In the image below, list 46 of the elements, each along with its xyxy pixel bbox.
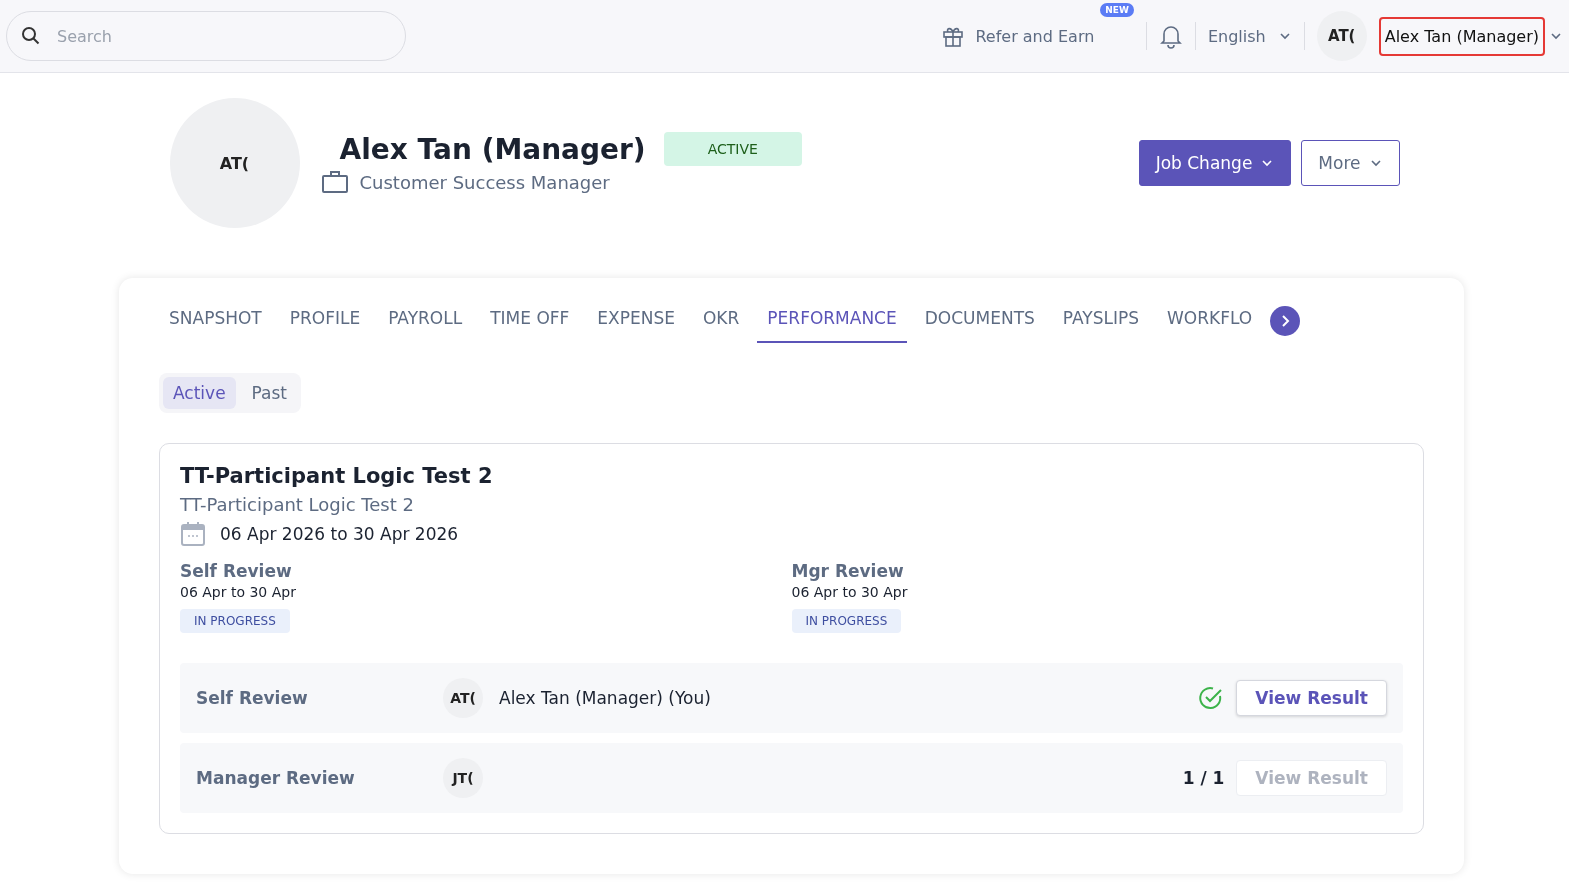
phase-dates: 06 Apr to 30 Apr — [180, 584, 296, 600]
bell-icon[interactable] — [1158, 23, 1183, 49]
briefcase-icon — [321, 170, 348, 194]
reviewer-avatar: JT( — [443, 758, 483, 798]
language-select[interactable]: English — [1207, 26, 1266, 46]
nav-tab[interactable]: PAYSLIPS — [1052, 298, 1149, 343]
status-badge: IN PROGRESS — [180, 609, 290, 633]
profile-avatar: AT( — [169, 98, 300, 228]
calendar-icon — [180, 521, 206, 547]
filter-tab[interactable]: Active — [163, 377, 236, 409]
status-badge: IN PROGRESS — [791, 609, 902, 633]
reviewer-avatar: AT( — [443, 678, 483, 718]
refer-link[interactable]: Refer and Earn — [975, 26, 1095, 46]
search-field[interactable]: Search — [6, 11, 406, 61]
nav-tab[interactable]: PAYROLL — [378, 298, 473, 343]
employee-name: Alex Tan (Manager) — [339, 132, 646, 166]
search-input[interactable]: Search — [55, 25, 391, 47]
review-subtitle: TT-Participant Logic Test 2 — [180, 494, 415, 515]
review-title: TT-Participant Logic Test 2 — [180, 464, 494, 488]
review-type: Self Review — [196, 688, 309, 708]
nav-tab[interactable]: PERFORMANCE — [757, 298, 907, 343]
nav-tab[interactable]: WORKFLO — [1157, 298, 1263, 343]
job-title: Customer Success Manager — [359, 171, 610, 193]
nav-tab[interactable]: DOCUMENTS — [914, 298, 1045, 343]
search-icon — [21, 26, 41, 46]
phase-name: Mgr Review — [791, 561, 904, 581]
user-menu[interactable]: Alex Tan (Manager) — [1378, 16, 1545, 56]
filter-tab[interactable]: Past — [241, 377, 298, 409]
nav-tab[interactable]: TIME OFF — [480, 298, 580, 343]
more-button[interactable]: More — [1301, 140, 1400, 186]
nav-tab[interactable]: SNAPSHOT — [159, 298, 272, 343]
phase-name: Self Review — [180, 561, 292, 581]
reviewer-name: Alex Tan (Manager) (You) — [499, 688, 711, 708]
review-dates: 06 Apr 2026 to 30 Apr 2026 — [220, 524, 459, 544]
phase-dates: 06 Apr to 30 Apr — [791, 584, 908, 600]
status-badge: ACTIVE — [663, 132, 802, 166]
view-result-button[interactable]: View Result — [1236, 680, 1387, 716]
review-type: Manager Review — [196, 768, 356, 788]
nav-tab[interactable]: OKR — [693, 298, 750, 343]
nav-tab[interactable]: PROFILE — [279, 298, 371, 343]
job-change-button[interactable]: Job Change — [1138, 140, 1292, 186]
completion-count: 1 / 1 — [1182, 768, 1225, 788]
new-badge: NEW — [1100, 3, 1134, 17]
nav-tab[interactable]: EXPENSE — [587, 298, 685, 343]
next-tabs-button[interactable] — [1270, 305, 1301, 336]
user-avatar[interactable]: AT( — [1316, 11, 1367, 61]
